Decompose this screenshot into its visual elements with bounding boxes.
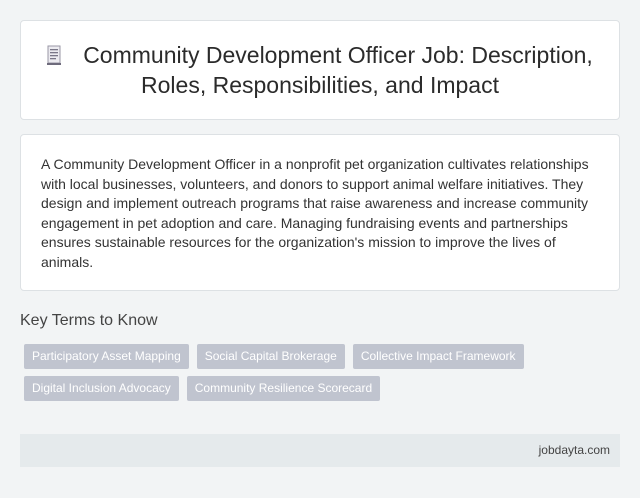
key-terms-heading: Key Terms to Know xyxy=(20,312,158,329)
tag-participatory-asset-mapping[interactable]: Participatory Asset Mapping xyxy=(24,344,189,369)
page-title-text: Community Development Officer Job: Descr… xyxy=(83,42,593,98)
tag-collective-impact-framework[interactable]: Collective Impact Framework xyxy=(352,344,524,369)
description-text: A Community Development Officer in a non… xyxy=(41,156,589,270)
footer: jobdayta.com xyxy=(20,434,620,467)
tag-social-capital-brokerage[interactable]: Social Capital Brokerage xyxy=(196,344,345,369)
tag-community-resilience-scorecard[interactable]: Community Resilience Scorecard xyxy=(186,376,381,401)
footer-site-link[interactable]: jobdayta.com xyxy=(539,443,610,457)
description-card: A Community Development Officer in a non… xyxy=(20,134,620,291)
page-title: Community Development Officer Job: Descr… xyxy=(45,40,595,100)
tag-digital-inclusion-advocacy[interactable]: Digital Inclusion Advocacy xyxy=(24,376,179,401)
key-terms-tags: Participatory Asset Mapping Social Capit… xyxy=(20,342,620,406)
page: Community Development Officer Job: Descr… xyxy=(0,0,640,498)
document-icon xyxy=(47,45,62,65)
title-card: Community Development Officer Job: Descr… xyxy=(20,20,620,120)
